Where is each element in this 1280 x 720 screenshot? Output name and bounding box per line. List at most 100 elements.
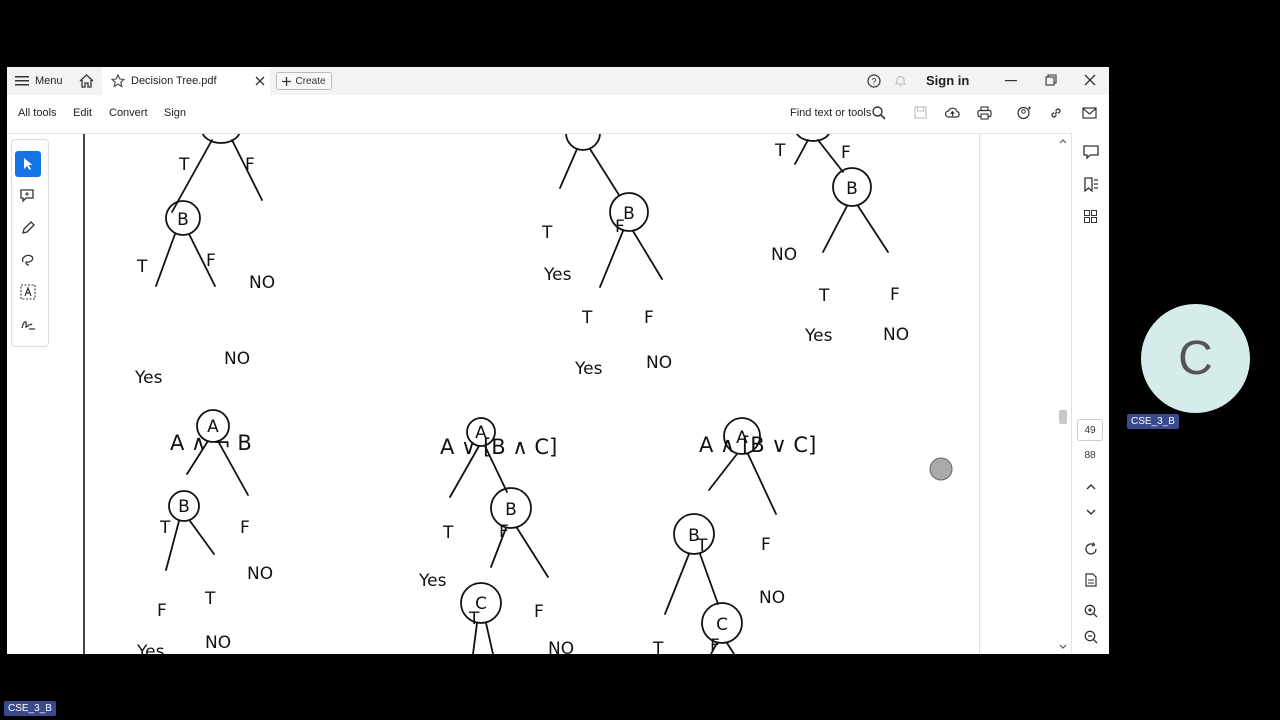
star-icon[interactable] <box>111 74 125 88</box>
mail-icon[interactable] <box>1082 107 1097 119</box>
leaf-label: Yes <box>543 265 572 285</box>
thumbnails-icon[interactable] <box>1084 210 1097 223</box>
leaf-label: Yes <box>134 368 163 388</box>
sign-in-button[interactable]: Sign in <box>926 73 969 88</box>
chevron-up-icon[interactable] <box>1059 138 1067 144</box>
svg-text:?: ? <box>871 77 876 87</box>
leaf-label: NO <box>759 588 785 608</box>
branch-label: T <box>442 523 454 543</box>
node-label: C <box>475 594 487 614</box>
branch-label: T <box>159 518 171 538</box>
leaf-label: NO <box>548 639 574 654</box>
sign-icon[interactable] <box>20 316 36 332</box>
home-icon[interactable] <box>79 74 94 88</box>
create-label: Create <box>295 75 326 87</box>
menu-icon <box>15 76 29 86</box>
page-right-edge <box>979 134 980 654</box>
branch-label: T <box>204 589 216 609</box>
bookmark-icon[interactable] <box>1083 177 1099 192</box>
sign-button[interactable]: Sign <box>164 107 186 119</box>
branch-label: F <box>761 535 771 555</box>
leaf-label: Yes <box>136 642 165 654</box>
minimize-icon[interactable] <box>1005 80 1017 82</box>
toolbar: All tools Edit Convert Sign Find text or… <box>7 95 1109 134</box>
search-icon[interactable] <box>872 106 886 120</box>
branch-label: F <box>710 636 720 654</box>
tab-decision-tree[interactable]: Decision Tree.pdf <box>102 67 270 95</box>
branch-label: T <box>818 286 830 306</box>
leaf-label: NO <box>247 564 273 584</box>
branch-label: F <box>534 602 544 622</box>
link-icon[interactable] <box>1049 106 1063 120</box>
select-icon <box>24 158 33 170</box>
branch-label: F <box>890 285 900 305</box>
branch-label: T <box>774 141 786 161</box>
vertical-scrollbar[interactable] <box>1056 134 1070 654</box>
upload-icon[interactable] <box>945 106 960 119</box>
leaf-label: NO <box>771 245 797 265</box>
all-tools-button[interactable]: All tools <box>18 107 57 119</box>
convert-button[interactable]: Convert <box>109 107 148 119</box>
leaf-label: NO <box>883 325 909 345</box>
quick-tools-panel <box>11 139 49 347</box>
node-label: B <box>623 204 635 224</box>
print-icon[interactable] <box>977 106 992 120</box>
zoom-in-icon[interactable] <box>1084 604 1098 618</box>
node-label: A <box>475 423 487 443</box>
text-select-icon[interactable] <box>20 284 36 300</box>
share-icon[interactable] <box>1017 106 1032 120</box>
close-tab-icon[interactable] <box>255 76 265 86</box>
branch-label: F <box>499 522 509 542</box>
branch-label: T <box>581 308 593 328</box>
document-viewport[interactable]: T F B NO T F Yes NO T F Yes B T F Yes NO… <box>7 134 1109 654</box>
select-tool[interactable] <box>15 151 41 177</box>
leaf-label: Yes <box>574 359 603 379</box>
title-bar: Menu Decision Tree.pdf Create ? Sign in <box>7 67 1109 95</box>
branch-label: T <box>178 155 190 175</box>
node-label: B <box>177 210 189 230</box>
branch-label: F <box>206 251 216 271</box>
presenter-name-badge: CSE_3_B <box>4 701 56 716</box>
branch-label: T <box>541 223 553 243</box>
branch-label: F <box>841 143 851 163</box>
leaf-label: NO <box>646 353 672 373</box>
participant-avatar: C <box>1141 304 1250 413</box>
highlight-icon[interactable] <box>20 220 36 236</box>
chevron-down-icon[interactable] <box>1086 509 1096 516</box>
branch-label: T <box>136 257 148 277</box>
find-text-input[interactable]: Find text or tools <box>790 107 871 119</box>
branch-label: T <box>652 639 664 654</box>
cursor-dot-icon <box>929 457 953 481</box>
branch-label: F <box>240 518 250 538</box>
restore-icon[interactable] <box>1045 74 1057 86</box>
current-page-input[interactable]: 49 <box>1077 419 1103 441</box>
page-icon[interactable] <box>1085 573 1097 587</box>
scrollbar-thumb[interactable] <box>1059 410 1067 424</box>
leaf-label: Yes <box>418 571 447 591</box>
leaf-label: NO <box>224 349 250 369</box>
chevron-up-icon[interactable] <box>1086 483 1096 490</box>
close-icon[interactable] <box>1084 74 1096 86</box>
formula-3: A ∧ [B ∨ C] <box>699 433 816 457</box>
refresh-icon[interactable] <box>1084 542 1098 556</box>
formula-2: A ∨ [B ∧ C] <box>440 435 557 459</box>
menu-button[interactable]: Menu <box>15 72 63 90</box>
plus-icon <box>282 76 292 86</box>
create-button[interactable]: Create <box>276 72 332 90</box>
branch-label: F <box>644 308 654 328</box>
chevron-down-icon[interactable] <box>1059 644 1067 650</box>
node-label: B <box>688 526 700 546</box>
participant-name-badge: CSE_3_B <box>1127 414 1179 429</box>
comments-panel-icon[interactable] <box>1083 145 1099 160</box>
zoom-out-icon[interactable] <box>1084 630 1098 644</box>
help-icon[interactable]: ? <box>867 74 881 88</box>
edit-button[interactable]: Edit <box>73 107 92 119</box>
branch-label: F <box>157 601 167 621</box>
save-icon[interactable] <box>914 106 927 119</box>
right-rail <box>1071 133 1109 654</box>
comment-icon[interactable] <box>20 188 36 204</box>
draw-icon[interactable] <box>20 252 36 268</box>
bell-icon[interactable] <box>894 74 907 88</box>
node-label: B <box>178 497 190 517</box>
leaf-label: Yes <box>804 326 833 346</box>
